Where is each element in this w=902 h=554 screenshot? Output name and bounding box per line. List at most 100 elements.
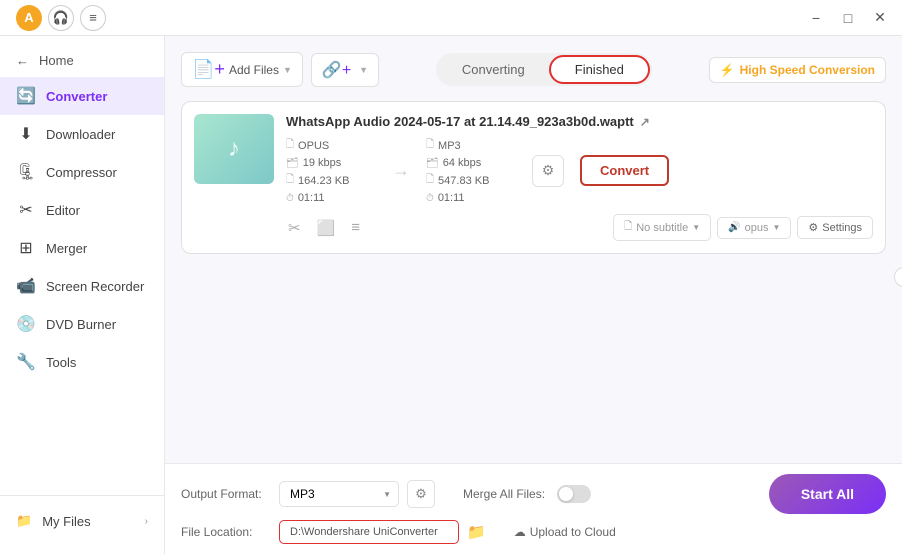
- subtitle-label: No subtitle: [636, 222, 688, 234]
- speed-badge: ⚡ High Speed Conversion: [709, 57, 886, 83]
- list-icon[interactable]: ≡: [349, 217, 362, 238]
- headset-icon[interactable]: 🎧: [48, 5, 74, 31]
- merge-label: Merge All Files:: [463, 487, 545, 501]
- sidebar-dvd-burner-label: DVD Burner: [46, 317, 116, 332]
- file-card: ♪ WhatsApp Audio 2024-05-17 at 21.14.49_…: [181, 101, 886, 254]
- sidebar-item-downloader[interactable]: ⬇ Downloader: [0, 115, 164, 153]
- minimize-button[interactable]: −: [802, 4, 830, 32]
- tab-finished[interactable]: Finished: [549, 55, 650, 84]
- menu-icon[interactable]: ≡: [80, 5, 106, 31]
- compressor-icon: 🗜: [16, 162, 36, 182]
- card-actions: ✂ ⬜ ≡ 🗋 No subtitle ▼ 🔊 opus ▼ ⚙: [194, 214, 873, 241]
- add-url-chevron: ▼: [359, 65, 368, 75]
- bitrate-icon: 🗂: [286, 158, 299, 169]
- gear-small-icon: ⚙: [808, 221, 818, 234]
- format-settings-button[interactable]: ⚙: [407, 480, 435, 508]
- sidebar-item-screen-recorder[interactable]: 📹 Screen Recorder: [0, 267, 164, 305]
- source-duration: 01:11: [298, 192, 325, 204]
- tools-icon: 🔧: [16, 352, 36, 372]
- settings-small-button[interactable]: ⚙ Settings: [797, 216, 873, 239]
- toolbar: 📄+ Add Files ▼ 🔗+ ▼ Converting Finished …: [181, 52, 886, 87]
- upload-cloud-button[interactable]: ☁ Upload to Cloud: [514, 525, 616, 539]
- file-card-header: ♪ WhatsApp Audio 2024-05-17 at 21.14.49_…: [194, 114, 873, 204]
- crop-icon[interactable]: ⬜: [315, 217, 338, 239]
- convert-button[interactable]: Convert: [580, 155, 669, 186]
- close-button[interactable]: ✕: [866, 4, 894, 32]
- home-icon: ←: [16, 53, 29, 68]
- titlebar: A 🎧 ≡ − □ ✕: [0, 0, 902, 36]
- cut-icon[interactable]: ✂: [286, 217, 303, 239]
- add-file-label: Add Files: [229, 63, 279, 77]
- add-url-button[interactable]: 🔗+ ▼: [311, 53, 379, 87]
- target-size-row: 🗋 547.83 KB: [426, 172, 516, 189]
- source-duration-row: ⏱ 01:11: [286, 192, 376, 204]
- sidebar-myfiles[interactable]: 📁 My Files ›: [0, 504, 164, 538]
- select-group: 🗋 No subtitle ▼ 🔊 opus ▼ ⚙ Settings: [613, 214, 873, 241]
- sidebar-tools-label: Tools: [46, 355, 76, 370]
- start-all-button[interactable]: Start All: [769, 474, 886, 514]
- lightning-icon: ⚡: [720, 63, 735, 77]
- toggle-knob: [559, 487, 573, 501]
- sidebar-item-converter[interactable]: 🔄 Converter: [0, 77, 164, 115]
- add-url-icon: 🔗+: [322, 60, 351, 80]
- app-container: ← Home 🔄 Converter ⬇ Downloader 🗜 Compre…: [0, 36, 902, 554]
- sidebar-item-editor[interactable]: ✂ Editor: [0, 191, 164, 229]
- sidebar-item-home[interactable]: ← Home: [0, 44, 164, 77]
- downloader-icon: ⬇: [16, 124, 36, 144]
- sidebar: ← Home 🔄 Converter ⬇ Downloader 🗜 Compre…: [0, 36, 165, 554]
- target-size-icon: 🗋: [426, 172, 434, 189]
- subtitle-icon: 🗋: [624, 219, 632, 236]
- size-icon: 🗋: [286, 172, 294, 189]
- audio-icon: 🔊: [728, 222, 740, 233]
- add-file-chevron: ▼: [283, 65, 292, 75]
- source-bitrate: 19 kbps: [303, 157, 342, 169]
- file-name: WhatsApp Audio 2024-05-17 at 21.14.49_92…: [286, 114, 873, 129]
- converter-icon: 🔄: [16, 86, 36, 106]
- file-location-input[interactable]: [279, 520, 459, 544]
- add-file-icon: 📄+: [192, 59, 225, 80]
- myfiles-chevron: ›: [145, 516, 148, 527]
- cloud-icon: ☁: [514, 525, 526, 539]
- subtitle-select[interactable]: 🗋 No subtitle ▼: [613, 214, 711, 241]
- add-file-button[interactable]: 📄+ Add Files ▼: [181, 52, 303, 87]
- target-duration: 01:11: [438, 192, 465, 204]
- dvd-burner-icon: 💿: [16, 314, 36, 334]
- target-size: 547.83 KB: [438, 175, 489, 187]
- output-format-label: Output Format:: [181, 487, 271, 501]
- tab-converting[interactable]: Converting: [438, 57, 549, 82]
- bottom-row-1: Output Format: MP3 ⚙ Merge All Files: St…: [181, 474, 886, 514]
- target-bitrate-icon: 🗂: [426, 158, 439, 169]
- sidebar-converter-label: Converter: [46, 89, 107, 104]
- sidebar-home-label: Home: [39, 53, 74, 68]
- audio-chevron: ▼: [772, 223, 780, 232]
- speed-label: High Speed Conversion: [740, 63, 875, 77]
- sidebar-item-compressor[interactable]: 🗜 Compressor: [0, 153, 164, 191]
- maximize-button[interactable]: □: [834, 4, 862, 32]
- myfiles-icon: 📁: [16, 513, 32, 529]
- sidebar-editor-label: Editor: [46, 203, 80, 218]
- sidebar-item-tools[interactable]: 🔧 Tools: [0, 343, 164, 381]
- output-settings-button[interactable]: ⚙: [532, 155, 564, 187]
- target-duration-row: ⏱ 01:11: [426, 192, 516, 204]
- target-format-row: 🗋 MP3: [426, 137, 516, 154]
- merge-toggle[interactable]: [557, 485, 591, 503]
- titlebar-icons: A 🎧 ≡: [16, 5, 106, 31]
- external-link-icon[interactable]: ↗: [640, 115, 650, 129]
- audio-select[interactable]: 🔊 opus ▼: [717, 217, 791, 239]
- target-format-icon: 🗋: [426, 137, 434, 154]
- sidebar-item-merger[interactable]: ⊞ Merger: [0, 229, 164, 267]
- audio-label: opus: [745, 222, 769, 234]
- output-format-select[interactable]: MP3: [279, 481, 399, 507]
- myfiles-label: My Files: [42, 514, 90, 529]
- avatar[interactable]: A: [16, 5, 42, 31]
- screen-recorder-icon: 📹: [16, 276, 36, 296]
- browse-folder-icon[interactable]: 📁: [467, 523, 486, 541]
- tab-group: Converting Finished: [436, 53, 652, 86]
- settings-small-label: Settings: [822, 222, 862, 234]
- sidebar-item-dvd-burner[interactable]: 💿 DVD Burner: [0, 305, 164, 343]
- source-format-row: 🗋 OPUS: [286, 137, 376, 154]
- duration-icon: ⏱: [286, 193, 294, 204]
- main-content: 📄+ Add Files ▼ 🔗+ ▼ Converting Finished …: [165, 36, 902, 554]
- subtitle-chevron: ▼: [692, 223, 700, 232]
- file-meta: 🗋 OPUS 🗂 19 kbps 🗋 164.23 KB: [286, 137, 873, 204]
